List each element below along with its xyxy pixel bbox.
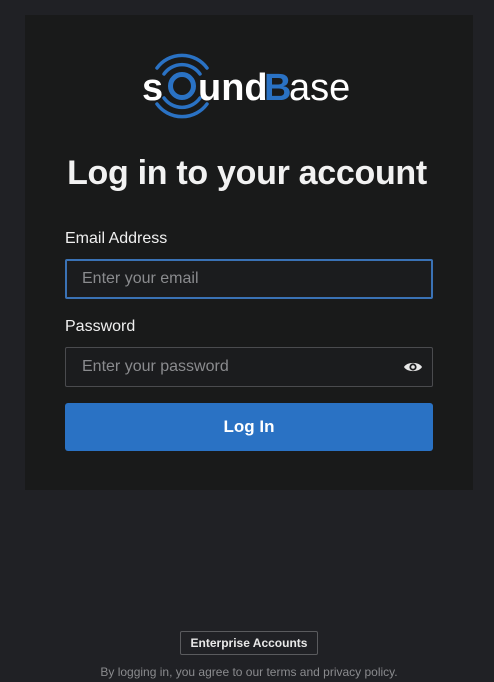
email-label: Email Address: [65, 230, 168, 247]
logo-text-ase: ase: [289, 67, 350, 109]
legal-notice: By logging in, you agree to our terms an…: [100, 665, 398, 679]
log-in-button[interactable]: Log In: [65, 403, 433, 451]
logo-text-und: und: [198, 67, 268, 109]
password-label: Password: [65, 318, 136, 335]
email-field[interactable]: [65, 259, 433, 299]
eye-icon[interactable]: [403, 359, 423, 375]
logo-text-s: s: [142, 67, 163, 109]
password-field[interactable]: [65, 347, 433, 387]
enterprise-accounts-button[interactable]: Enterprise Accounts: [180, 631, 318, 655]
page-title: Log in to your account: [67, 154, 427, 192]
logo-text-b: B: [264, 67, 291, 109]
soundbase-logo: s und B ase: [142, 53, 350, 119]
